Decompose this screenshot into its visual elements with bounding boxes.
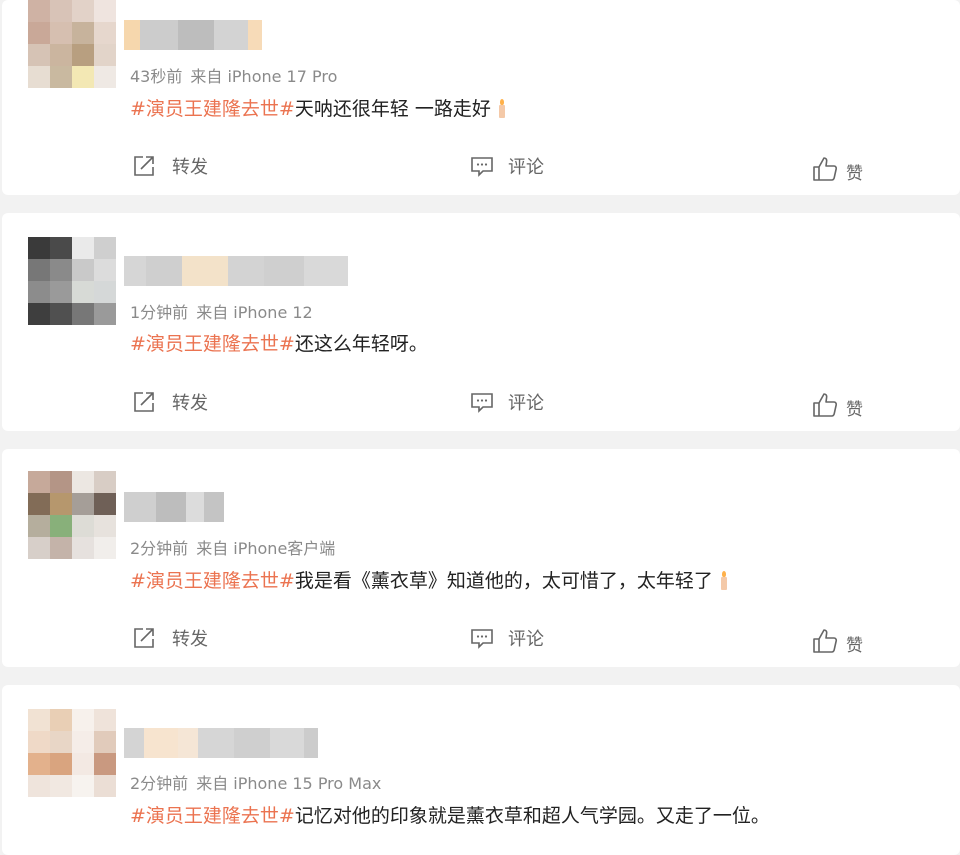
action-bar: 转发 评论 赞 [2, 153, 960, 184]
blurred-username[interactable] [124, 492, 224, 522]
post-content: #演员王建隆去世# 还这么年轻呀。 [130, 329, 428, 356]
post-meta: 2分钟前 来自 iPhone客户端 [130, 535, 335, 559]
candle-emoji-icon [497, 98, 507, 118]
thumbs-up-icon [813, 628, 838, 653]
repost-label: 转发 [172, 157, 208, 178]
hashtag-link[interactable]: #演员王建隆去世# [130, 329, 295, 356]
comment-icon [471, 157, 493, 177]
post-source: 来自 iPhone客户端 [196, 539, 336, 558]
weibo-post-card: 2分钟前 来自 iPhone 15 Pro Max #演员王建隆去世# 记忆对他的印… [2, 685, 960, 855]
comment-icon [471, 629, 493, 649]
thumbs-up-icon [813, 156, 838, 181]
blurred-username[interactable] [124, 20, 262, 50]
repost-label: 转发 [172, 393, 208, 414]
post-content: #演员王建隆去世# 记忆对他的印象就是薰衣草和超人气学园。又走了一位。 [130, 801, 770, 828]
hashtag-link[interactable]: #演员王建隆去世# [130, 801, 295, 828]
like-button[interactable]: 赞 [812, 389, 863, 420]
repost-icon [134, 392, 154, 412]
weibo-post-card: 2分钟前 来自 iPhone客户端 #演员王建隆去世# 我是看《薰衣草》知道他的，太… [2, 449, 960, 667]
post-text: 天呐还很年轻 一路走好 [294, 98, 491, 120]
post-time[interactable]: 2分钟前 [130, 774, 188, 793]
like-label: 赞 [846, 636, 863, 656]
candle-emoji-icon [719, 570, 729, 590]
repost-icon [134, 156, 154, 176]
like-button[interactable]: 赞 [812, 625, 863, 656]
avatar[interactable] [28, 0, 116, 88]
post-time[interactable]: 1分钟前 [130, 303, 188, 322]
blurred-username[interactable] [124, 728, 318, 758]
comment-icon [471, 393, 493, 413]
avatar[interactable] [28, 237, 116, 325]
comment-button[interactable]: 评论 [470, 625, 544, 651]
action-bar: 转发 评论 赞 [2, 625, 960, 656]
post-source: 来自 iPhone 17 Pro [190, 67, 338, 86]
comment-label: 评论 [508, 157, 544, 178]
avatar[interactable] [28, 709, 116, 797]
post-meta: 2分钟前 来自 iPhone 15 Pro Max [130, 770, 381, 794]
comment-label: 评论 [508, 393, 544, 414]
post-source: 来自 iPhone 12 [196, 303, 313, 322]
like-button[interactable]: 赞 [812, 153, 863, 184]
repost-button[interactable]: 转发 [132, 389, 208, 415]
post-text: 还这么年轻呀。 [294, 333, 428, 355]
post-content: #演员王建隆去世# 我是看《薰衣草》知道他的，太可惜了，太年轻了 [130, 566, 729, 593]
weibo-post-card: 43秒前 来自 iPhone 17 Pro #演员王建隆去世# 天呐还很年轻 一路走… [2, 0, 960, 195]
comment-button[interactable]: 评论 [470, 389, 544, 415]
hashtag-link[interactable]: #演员王建隆去世# [130, 94, 295, 121]
repost-icon [134, 628, 154, 648]
repost-button[interactable]: 转发 [132, 153, 208, 179]
thumbs-up-icon [813, 392, 838, 417]
repost-label: 转发 [172, 629, 208, 650]
post-meta: 1分钟前 来自 iPhone 12 [130, 299, 313, 323]
blurred-username[interactable] [124, 256, 348, 286]
action-bar: 转发 评论 赞 [2, 389, 960, 420]
like-label: 赞 [846, 400, 863, 420]
weibo-post-card: 1分钟前 来自 iPhone 12 #演员王建隆去世# 还这么年轻呀。 转发 评论 … [2, 213, 960, 431]
post-time[interactable]: 2分钟前 [130, 539, 188, 558]
comment-label: 评论 [508, 629, 544, 650]
like-label: 赞 [846, 164, 863, 184]
comment-button[interactable]: 评论 [470, 153, 544, 179]
post-text: 记忆对他的印象就是薰衣草和超人气学园。又走了一位。 [294, 805, 770, 827]
post-source: 来自 iPhone 15 Pro Max [196, 774, 382, 793]
post-content: #演员王建隆去世# 天呐还很年轻 一路走好 [130, 94, 507, 121]
hashtag-link[interactable]: #演员王建隆去世# [130, 566, 295, 593]
avatar[interactable] [28, 471, 116, 559]
repost-button[interactable]: 转发 [132, 625, 208, 651]
post-time[interactable]: 43秒前 [130, 67, 182, 86]
post-text: 我是看《薰衣草》知道他的，太可惜了，太年轻了 [294, 570, 713, 592]
post-meta: 43秒前 来自 iPhone 17 Pro [130, 63, 337, 87]
